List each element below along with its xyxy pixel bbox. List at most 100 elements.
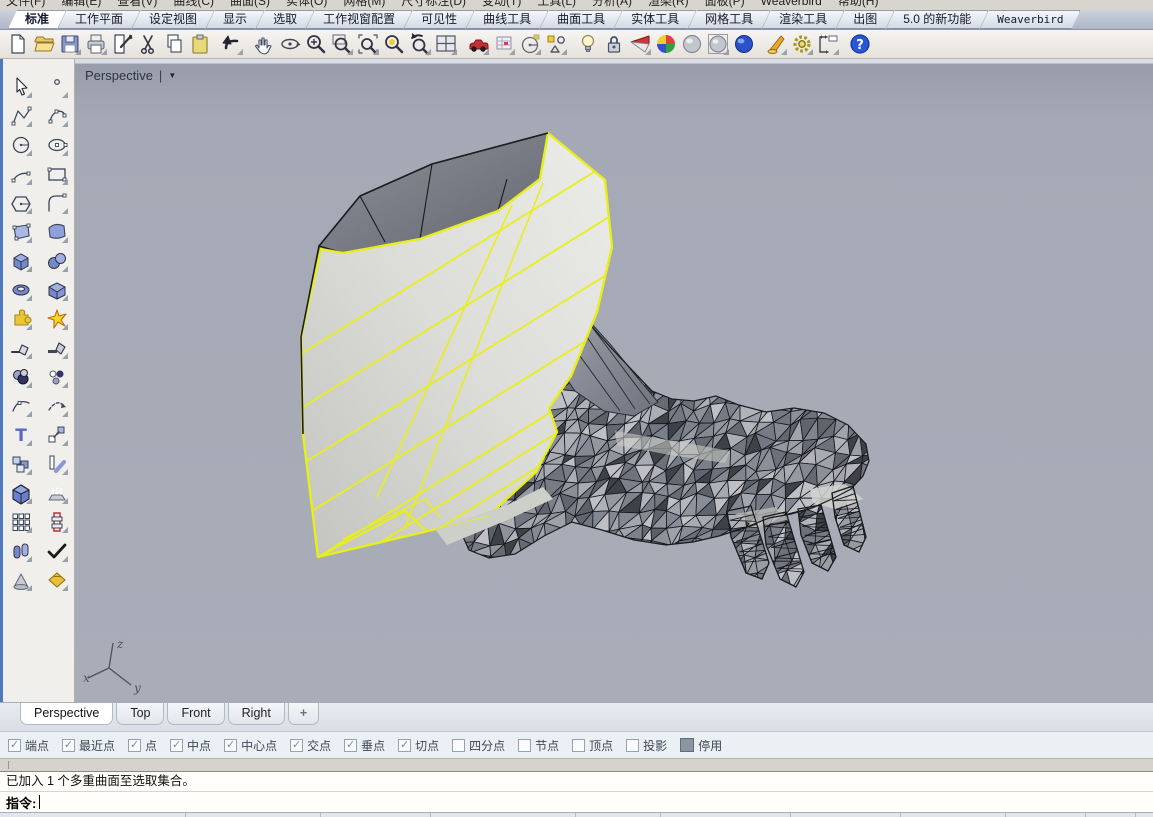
- osnap-project-checkbox[interactable]: [626, 739, 639, 752]
- extend-curve-button[interactable]: [44, 394, 70, 419]
- osnap-end-checkbox[interactable]: ✓: [8, 739, 21, 752]
- osnap-mid-checkbox[interactable]: ✓: [170, 739, 183, 752]
- surface-patch-button[interactable]: [44, 278, 70, 303]
- chevron-down-icon[interactable]: ▼: [168, 71, 176, 80]
- menu-item-curve[interactable]: 曲线(C): [173, 0, 214, 9]
- osnap-center[interactable]: ✓中心点: [224, 737, 277, 754]
- toolbar-tab-solid-tools[interactable]: 实体工具: [614, 10, 696, 29]
- spheres-button[interactable]: [44, 249, 70, 274]
- surface-3pt-button[interactable]: [8, 220, 34, 245]
- open-file-button[interactable]: [31, 31, 57, 57]
- zoom-extents-button[interactable]: [355, 31, 381, 57]
- toolbar-tab-set-view[interactable]: 设定视图: [132, 10, 214, 29]
- torus-button[interactable]: [8, 278, 34, 303]
- fillet-curve-button[interactable]: [44, 191, 70, 216]
- osnap-project[interactable]: 投影: [626, 737, 667, 754]
- menu-item-solid[interactable]: 实体(O): [286, 0, 327, 9]
- point-cloud-button[interactable]: [44, 365, 70, 390]
- osnap-tangent[interactable]: ✓切点: [398, 737, 439, 754]
- shaded-viewport-button[interactable]: [679, 31, 705, 57]
- menu-item-analyze[interactable]: 分析(A): [592, 0, 632, 9]
- cylinder-pair-button[interactable]: [8, 539, 34, 564]
- command-line[interactable]: 指令:: [0, 791, 1153, 812]
- solid-box-button[interactable]: [8, 481, 34, 506]
- osnap-quadrant-checkbox[interactable]: [452, 739, 465, 752]
- menu-item-panels[interactable]: 面板(P): [705, 0, 745, 9]
- zoom-window-button[interactable]: [329, 31, 355, 57]
- osnap-mid[interactable]: ✓中点: [170, 737, 211, 754]
- new-file-button[interactable]: [5, 31, 31, 57]
- ghosted-viewport-button[interactable]: [705, 31, 731, 57]
- zoom-selected-button[interactable]: [381, 31, 407, 57]
- cplane-set-button[interactable]: [517, 31, 543, 57]
- curve-edit-point-button[interactable]: [8, 394, 34, 419]
- osnap-near[interactable]: ✓最近点: [62, 737, 115, 754]
- osnap-point[interactable]: ✓点: [128, 737, 157, 754]
- toolbar-tab-display[interactable]: 显示: [206, 10, 264, 29]
- zoom-button[interactable]: [303, 31, 329, 57]
- osnap-vertex[interactable]: 顶点: [572, 737, 613, 754]
- menu-item-transform[interactable]: 变动(T): [482, 0, 521, 9]
- toolbar-tab-new-in-50[interactable]: 5.0 的新功能: [886, 10, 988, 29]
- gem-diamond-button[interactable]: [44, 568, 70, 593]
- rotate-view-button[interactable]: [277, 31, 303, 57]
- select-pointer-button[interactable]: [8, 75, 34, 100]
- color-wheel-button[interactable]: [653, 31, 679, 57]
- toolbar-tab-curve-tools[interactable]: 曲线工具: [466, 10, 548, 29]
- toolbar-tab-surface-tools[interactable]: 曲面工具: [540, 10, 622, 29]
- ellipse-button[interactable]: [44, 133, 70, 158]
- help-button[interactable]: ?: [847, 31, 873, 57]
- copy-button[interactable]: [161, 31, 187, 57]
- osnap-knot-checkbox[interactable]: [518, 739, 531, 752]
- menu-item-tools[interactable]: 工具(L): [537, 0, 576, 9]
- pan-button[interactable]: [251, 31, 277, 57]
- save-button[interactable]: [57, 31, 83, 57]
- point-button[interactable]: [44, 75, 70, 100]
- menu-item-help[interactable]: 帮助(H): [838, 0, 879, 9]
- toolbar-tab-viewport-layout[interactable]: 工作视窗配置: [306, 10, 412, 29]
- menu-item-file[interactable]: 文件(F): [6, 0, 45, 9]
- menu-item-edit[interactable]: 编辑(E): [61, 0, 101, 9]
- osnap-disable-swatch[interactable]: [680, 738, 694, 752]
- osnap-vertex-checkbox[interactable]: [572, 739, 585, 752]
- menu-item-view[interactable]: 查看(V): [117, 0, 157, 9]
- osnap-quadrant[interactable]: 四分点: [452, 737, 505, 754]
- rotate-plane-button[interactable]: [44, 452, 70, 477]
- osnap-perpendicular[interactable]: ✓垂点: [344, 737, 385, 754]
- move-copy-button[interactable]: [44, 423, 70, 448]
- perspective-viewport[interactable]: xyz Perspective|▼: [75, 59, 1153, 702]
- print-button[interactable]: [83, 31, 109, 57]
- cone-button[interactable]: [8, 568, 34, 593]
- toolbar-tab-weaverbird[interactable]: Weaverbird: [980, 10, 1080, 29]
- osnap-end[interactable]: ✓端点: [8, 737, 49, 754]
- bend-surface-button[interactable]: [44, 220, 70, 245]
- osnap-intersection-checkbox[interactable]: ✓: [290, 739, 303, 752]
- paste-button[interactable]: [187, 31, 213, 57]
- polyline-button[interactable]: [8, 104, 34, 129]
- viewport-title[interactable]: Perspective|▼: [85, 68, 176, 83]
- osnap-disable[interactable]: 停用: [680, 737, 722, 754]
- osnap-knot[interactable]: 节点: [518, 737, 559, 754]
- osnap-perpendicular-checkbox[interactable]: ✓: [344, 739, 357, 752]
- menu-item-surface[interactable]: 曲面(S): [230, 0, 270, 9]
- rectangle-button[interactable]: [44, 162, 70, 187]
- menu-item-dimension[interactable]: 尺寸标注(D): [401, 0, 466, 9]
- toolbar-tab-mesh-tools[interactable]: 网格工具: [688, 10, 770, 29]
- plugin-puzzle-button[interactable]: [8, 307, 34, 332]
- osnap-center-checkbox[interactable]: ✓: [224, 739, 237, 752]
- explode-spark-button[interactable]: [44, 307, 70, 332]
- osnap-tangent-checkbox[interactable]: ✓: [398, 739, 411, 752]
- toolbar-tab-standard[interactable]: 标准: [8, 10, 66, 29]
- osnap-point-checkbox[interactable]: ✓: [128, 739, 141, 752]
- interpolate-curve-button[interactable]: [44, 104, 70, 129]
- named-views-button[interactable]: [465, 31, 491, 57]
- add-viewport-tab-button[interactable]: +: [288, 703, 319, 725]
- toolbar-tab-cplane[interactable]: 工作平面: [58, 10, 140, 29]
- text-button[interactable]: T: [8, 423, 34, 448]
- osnap-near-checkbox[interactable]: ✓: [62, 739, 75, 752]
- spotlights-button[interactable]: [44, 481, 70, 506]
- export-with-origin-button[interactable]: [109, 31, 135, 57]
- menu-item-render[interactable]: 渲染(R): [648, 0, 689, 9]
- blocks-button[interactable]: [8, 452, 34, 477]
- lock-button[interactable]: [601, 31, 627, 57]
